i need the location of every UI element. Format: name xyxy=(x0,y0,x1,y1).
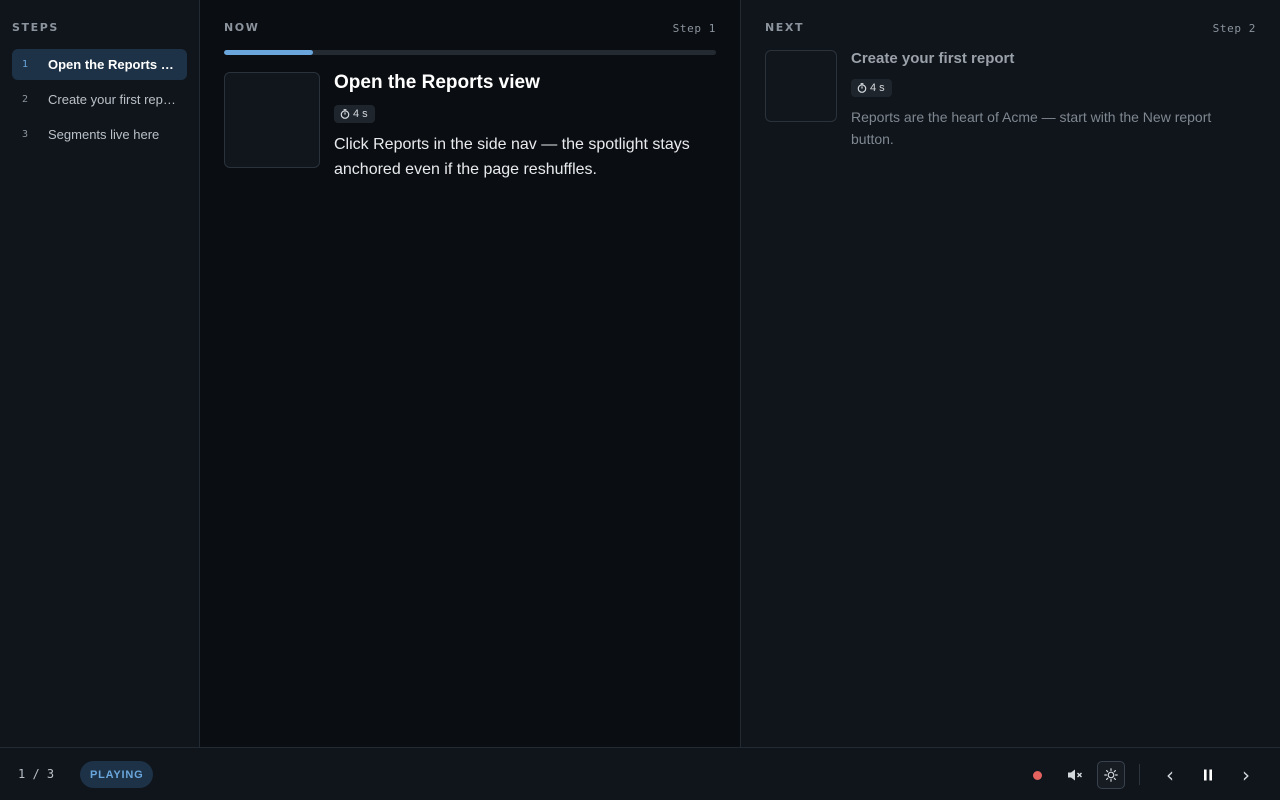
timer-text: 4 s xyxy=(353,108,368,120)
now-step-thumbnail xyxy=(224,72,320,168)
step-number: 2 xyxy=(22,94,29,105)
pause-icon xyxy=(1204,769,1212,781)
player-controls: 1 / 3 PLAYING ‹ › xyxy=(0,747,1280,800)
sidebar-item-step-1[interactable]: 1 Open the Reports view xyxy=(12,49,187,80)
pause-button[interactable] xyxy=(1194,761,1222,789)
chevron-left-icon: ‹ xyxy=(1166,763,1174,787)
steps-sidebar: STEPS 1 Open the Reports view 2 Create y… xyxy=(0,0,200,747)
step-label: Create your first report xyxy=(48,92,179,107)
chevron-right-icon: › xyxy=(1242,763,1250,787)
next-step-description: Reports are the heart of Acme — start wi… xyxy=(851,109,1212,147)
next-heading: NEXT xyxy=(765,21,805,34)
step-label: Segments live here xyxy=(48,127,160,142)
sidebar-title: STEPS xyxy=(12,21,59,34)
sidebar-item-step-3[interactable]: 3 Segments live here xyxy=(12,119,187,150)
previous-step-button[interactable]: ‹ xyxy=(1156,761,1184,789)
next-timer-badge: 4 s xyxy=(851,79,892,97)
now-step-title: Open the Reports view xyxy=(334,72,540,93)
stopwatch-icon xyxy=(340,109,350,119)
sun-icon xyxy=(1104,768,1118,782)
next-panel: NEXT Step 2 Create your first report 4 s… xyxy=(741,0,1280,747)
step-number: 3 xyxy=(22,129,29,140)
step-counter: 1 / 3 xyxy=(18,767,55,781)
now-panel: NOW Step 1 Open the Reports view 4 s Cli… xyxy=(200,0,741,747)
controls-divider xyxy=(1139,764,1140,785)
now-timer-badge: 4 s xyxy=(334,105,375,123)
next-step-title: Create your first report xyxy=(851,50,1015,67)
next-step-label: Step 2 xyxy=(1212,22,1256,35)
step-progress-fill xyxy=(224,50,313,55)
step-number: 1 xyxy=(22,59,29,70)
walkthrough-player: STEPS 1 Open the Reports view 2 Create y… xyxy=(0,0,1280,800)
sidebar-item-step-2[interactable]: 2 Create your first report xyxy=(12,84,187,115)
record-dot-icon xyxy=(1032,770,1042,780)
step-label: Open the Reports view xyxy=(48,57,187,72)
record-button[interactable] xyxy=(1023,761,1051,789)
theme-toggle-button[interactable] xyxy=(1097,761,1125,789)
next-step-thumbnail xyxy=(765,50,837,122)
now-step-label: Step 1 xyxy=(672,22,716,35)
next-step-button[interactable]: › xyxy=(1232,761,1260,789)
speaker-muted-icon xyxy=(1068,769,1082,781)
stopwatch-icon xyxy=(857,83,867,93)
status-badge: PLAYING xyxy=(80,761,154,788)
step-progress-bar xyxy=(224,50,716,55)
timer-text: 4 s xyxy=(870,82,885,94)
step-list: 1 Open the Reports view 2 Create your fi… xyxy=(12,49,187,154)
mute-button[interactable] xyxy=(1061,761,1089,789)
now-step-description: Click Reports in the side nav — the spot… xyxy=(334,136,690,178)
now-heading: NOW xyxy=(224,21,260,34)
